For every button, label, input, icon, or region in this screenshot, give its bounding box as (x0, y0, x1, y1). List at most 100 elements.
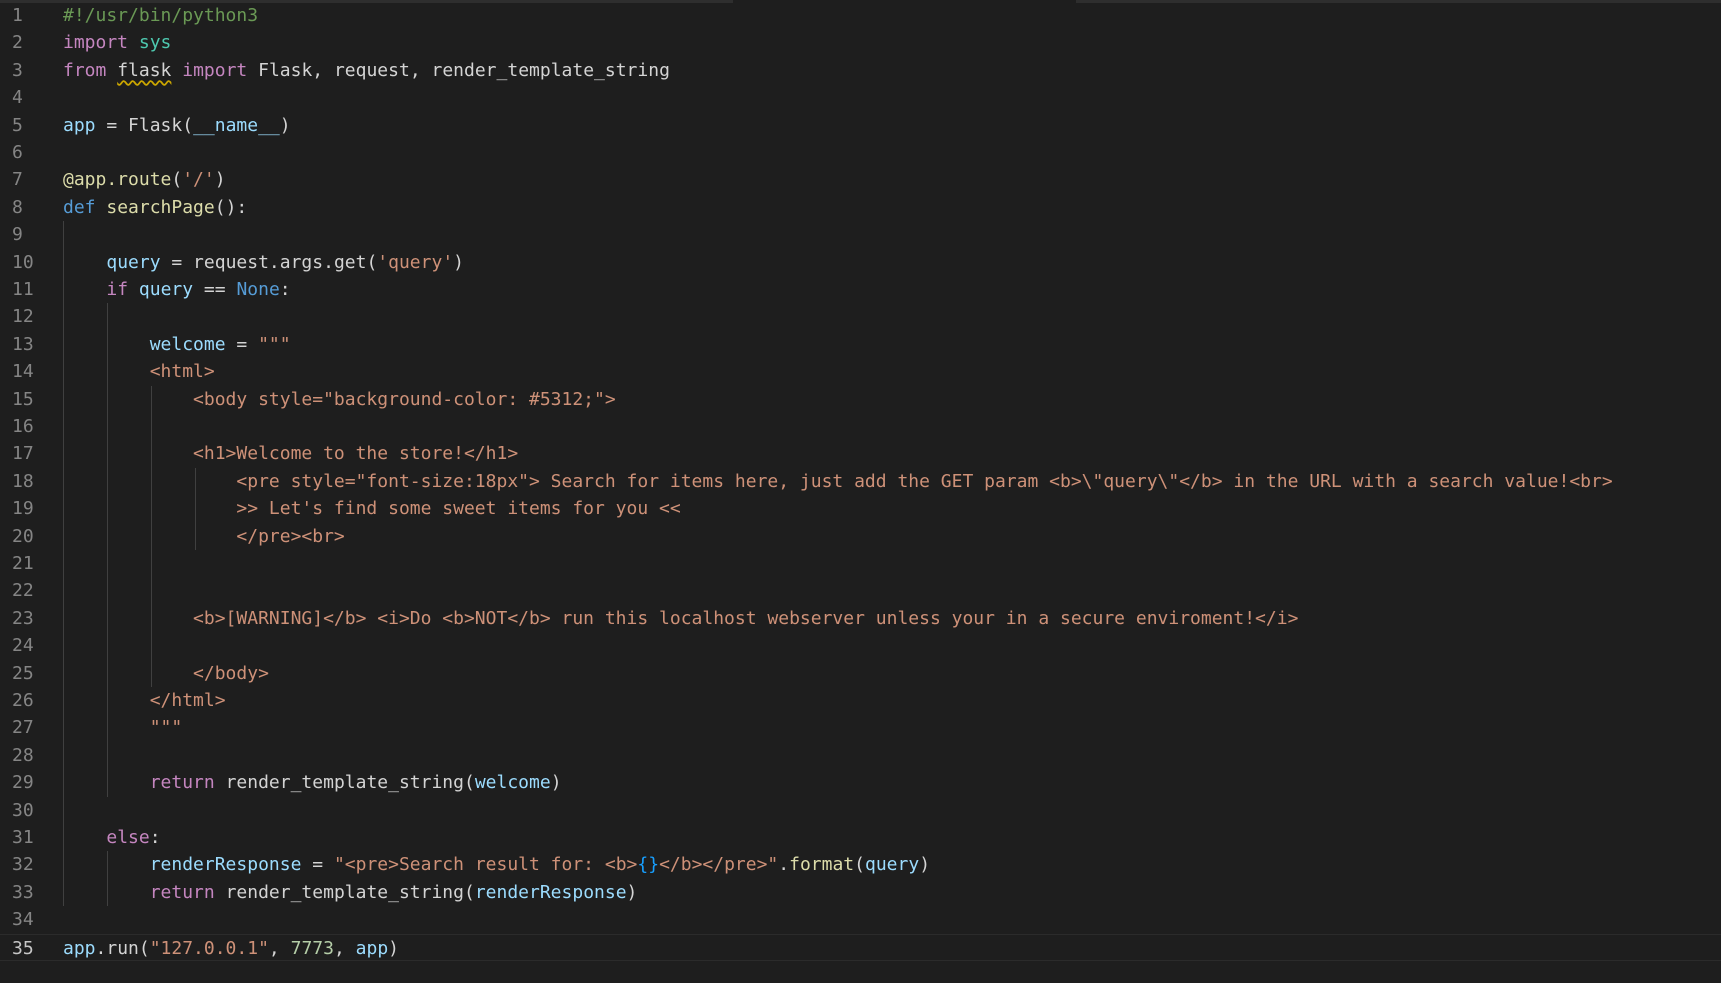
code-token: renderResponse (149, 854, 302, 876)
code-token: </body> (63, 662, 269, 684)
code-token: <b>[WARNING]</b> <i>Do <b>NOT</b> run th… (63, 607, 1299, 629)
line-number: 20 (12, 525, 34, 547)
code-token: ) (919, 854, 931, 876)
code-token: """ (63, 717, 183, 739)
line-number: 5 (12, 114, 23, 136)
code-line[interactable]: 33 return render_template_string(renderR… (0, 879, 1721, 906)
line-number: 31 (12, 827, 34, 848)
code-token: ) (388, 937, 400, 959)
code-token: render_template_string( (214, 772, 475, 794)
code-token: = (301, 854, 334, 876)
line-number: 23 (12, 607, 34, 629)
code-line[interactable]: 32 renderResponse = "<pre>Search result … (0, 851, 1721, 878)
code-token: welcome (149, 333, 226, 355)
code-line[interactable]: 1 #!/usr/bin/python3 (0, 2, 1721, 29)
code-line[interactable]: 26 </html> (0, 687, 1721, 714)
code-line[interactable]: 20 </pre><br> (0, 523, 1721, 550)
code-line[interactable]: 27 """ (0, 714, 1721, 741)
line-content: if query == None: (63, 276, 291, 303)
code-token: sys (138, 32, 172, 54)
code-line[interactable]: 25 </body> (0, 660, 1721, 687)
code-line[interactable]: 2 import sys (0, 29, 1721, 56)
line-number: 3 (12, 59, 23, 81)
code-line[interactable]: 16 (0, 413, 1721, 440)
code-token: Flask, request, render_template_string (247, 59, 670, 81)
code-line[interactable]: 11 if query == None: (0, 276, 1721, 303)
code-token: flask (117, 59, 172, 81)
code-editor[interactable]: 1 #!/usr/bin/python3 2 import sys 3 from flas… (0, 0, 1721, 983)
code-token: (): (214, 196, 248, 218)
code-line[interactable]: 30 (0, 797, 1721, 824)
code-line[interactable]: 3 from flask import Flask, request, rende… (0, 57, 1721, 84)
code-line[interactable]: 28 (0, 742, 1721, 769)
code-line[interactable]: 18 <pre style="font-size:18px"> Search f… (0, 468, 1721, 495)
line-content: from flask import Flask, request, render… (63, 57, 670, 84)
code-token: 7773 (290, 937, 334, 959)
code-token: @app.route (63, 169, 172, 191)
line-content: <pre style="font-size:18px"> Search for … (63, 468, 1612, 495)
code-token: renderResponse (474, 881, 627, 903)
line-number: 27 (12, 717, 34, 739)
code-line[interactable]: 14 <html> (0, 358, 1721, 385)
line-content: return render_template_string(welcome) (63, 769, 562, 796)
code-token: ) (550, 772, 562, 794)
line-content: <body style="background-color: #5312;"> (63, 386, 616, 413)
line-number: 10 (12, 251, 34, 273)
line-content: """ (63, 714, 183, 741)
code-token: .run( (95, 937, 150, 959)
line-content: @app.route('/') (63, 166, 226, 193)
line-number: 32 (12, 854, 34, 876)
code-line[interactable]: 29 return render_template_string(welcome… (0, 769, 1721, 796)
code-line[interactable]: 4 (0, 84, 1721, 111)
code-line[interactable]: 21 (0, 550, 1721, 577)
line-content: </html> (63, 687, 226, 714)
code-token: ) (626, 881, 638, 903)
code-line[interactable]: 22 (0, 577, 1721, 604)
code-token: app (355, 937, 389, 959)
code-token: welcome (474, 772, 551, 794)
line-content: <b>[WARNING]</b> <i>Do <b>NOT</b> run th… (63, 605, 1298, 632)
code-line[interactable]: 12 (0, 303, 1721, 330)
code-token: , (268, 937, 291, 959)
code-line[interactable]: 9 (0, 221, 1721, 248)
code-line[interactable]: 35 app.run("127.0.0.1", 7773, app) (0, 933, 1721, 961)
line-number: 30 (12, 799, 34, 821)
code-line[interactable]: 5 app = Flask(__name__) (0, 112, 1721, 139)
line-number: 25 (12, 662, 34, 684)
code-line[interactable]: 31 else: (0, 824, 1721, 851)
code-token: None (236, 279, 280, 300)
code-line[interactable]: 15 <body style="background-color: #5312;… (0, 386, 1721, 413)
code-line[interactable]: 13 welcome = """ (0, 331, 1721, 358)
code-line[interactable]: 17 <h1>Welcome to the store!</h1> (0, 440, 1721, 467)
code-token: </html> (63, 690, 226, 711)
code-token: {} (637, 854, 660, 876)
code-line[interactable]: 7 @app.route('/') (0, 166, 1721, 193)
code-token: = (225, 333, 259, 355)
code-line[interactable]: 8 def searchPage(): (0, 194, 1721, 221)
line-content: <html> (63, 358, 215, 385)
line-number: 17 (12, 443, 34, 465)
code-token: , (333, 937, 356, 959)
code-line[interactable]: 34 (0, 906, 1721, 933)
code-token: query (106, 251, 161, 273)
line-number: 4 (12, 87, 23, 109)
code-token: searchPage (106, 196, 215, 218)
code-token: #!/usr/bin/python3 (63, 5, 259, 26)
code-line[interactable]: 10 query = request.args.get('query') (0, 249, 1721, 276)
line-content: welcome = """ (63, 331, 291, 358)
code-token: ) (214, 169, 226, 191)
code-token: <h1>Welcome to the store!</h1> (63, 443, 519, 465)
line-content: <h1>Welcome to the store!</h1> (63, 440, 518, 467)
code-token: def (63, 196, 96, 218)
code-line[interactable]: 6 (0, 139, 1721, 166)
code-token: 'query' (377, 251, 454, 273)
code-line[interactable]: 23 <b>[WARNING]</b> <i>Do <b>NOT</b> run… (0, 605, 1721, 632)
line-number: 1 (12, 5, 23, 26)
code-line[interactable]: 24 (0, 632, 1721, 659)
line-number: 22 (12, 580, 34, 602)
line-number: 11 (12, 279, 34, 300)
code-line[interactable]: 19 >> Let's find some sweet items for yo… (0, 495, 1721, 522)
code-token: : (279, 279, 291, 300)
